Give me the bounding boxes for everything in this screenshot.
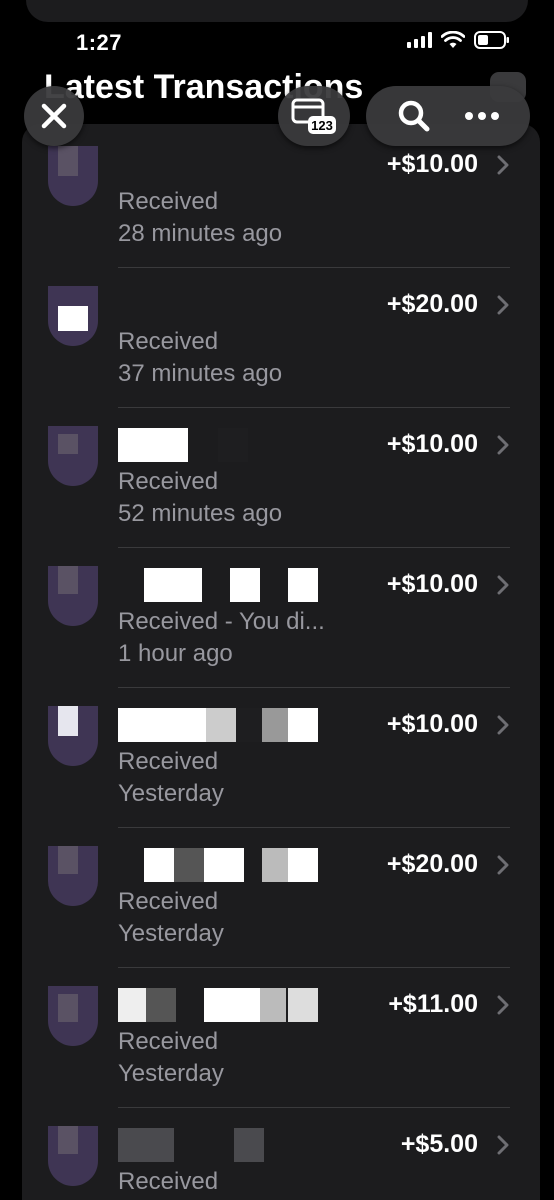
transaction-amount: +$11.00 xyxy=(388,990,478,1018)
chevron-right-icon xyxy=(497,575,509,595)
name-redaction-block xyxy=(144,848,174,882)
close-button[interactable] xyxy=(24,86,84,146)
name-redaction-block xyxy=(118,428,188,462)
name-redaction-block xyxy=(236,708,262,742)
name-redaction-block xyxy=(174,848,204,882)
name-redaction-block xyxy=(146,988,176,1022)
name-redaction-block xyxy=(204,848,244,882)
name-redaction-block xyxy=(118,708,206,742)
transaction-time: Yesterday xyxy=(118,1060,224,1087)
name-redaction-block xyxy=(204,988,260,1022)
avatar xyxy=(48,566,98,626)
name-redaction-block xyxy=(288,988,318,1022)
search-button[interactable] xyxy=(388,90,440,142)
transaction-row[interactable]: +$10.00 Received - You di... 1 hour ago xyxy=(22,548,540,688)
transaction-row[interactable]: +$10.00 Received 52 minutes ago xyxy=(22,408,540,548)
transaction-amount: +$20.00 xyxy=(386,290,478,318)
name-redaction-block xyxy=(118,1128,174,1162)
wifi-icon xyxy=(441,31,465,49)
transaction-amount: +$20.00 xyxy=(386,850,478,878)
name-redaction-block xyxy=(230,568,260,602)
transaction-status: Received xyxy=(118,188,219,215)
name-redaction-block xyxy=(288,568,318,602)
ellipsis-icon xyxy=(465,112,499,120)
transaction-status: Received xyxy=(118,1168,219,1195)
cellular-signal-icon xyxy=(407,32,432,48)
chevron-right-icon xyxy=(497,435,509,455)
transaction-status: Received xyxy=(118,328,219,355)
transaction-time: 28 minutes ago xyxy=(118,220,283,247)
transaction-status: Received xyxy=(118,748,219,775)
screen-edge xyxy=(0,150,6,1200)
transaction-time: Yesterday xyxy=(118,920,224,947)
status-icons xyxy=(407,31,510,49)
name-redaction-block xyxy=(262,848,288,882)
chevron-right-icon xyxy=(497,155,509,175)
transaction-row[interactable]: +$10.00 Received Yesterday xyxy=(22,688,540,828)
transaction-status: Received - You di... xyxy=(118,608,325,635)
transaction-amount: +$10.00 xyxy=(386,710,478,738)
avatar-redaction xyxy=(58,434,78,454)
chevron-right-icon xyxy=(497,1135,509,1155)
action-pill xyxy=(366,86,530,146)
name-redaction-block xyxy=(262,708,288,742)
transaction-status: Received xyxy=(118,1028,219,1055)
card-number-button[interactable]: 123 xyxy=(278,86,350,146)
name-redaction-block xyxy=(218,428,248,462)
avatar xyxy=(48,426,98,486)
card-123-icon: 123 xyxy=(291,98,336,134)
transaction-row[interactable]: +$20.00 Received 37 minutes ago xyxy=(22,268,540,408)
status-bar: 1:27 xyxy=(0,0,554,70)
transaction-status: Received xyxy=(118,468,219,495)
chevron-right-icon xyxy=(497,995,509,1015)
avatar xyxy=(48,146,98,206)
transaction-time: 1 hour ago xyxy=(118,640,233,667)
avatar-redaction xyxy=(58,566,78,594)
avatar xyxy=(48,286,98,346)
avatar-redaction xyxy=(58,306,88,331)
status-time: 1:27 xyxy=(76,30,123,55)
chevron-right-icon xyxy=(497,855,509,875)
search-icon xyxy=(398,100,430,132)
transaction-time: 37 minutes ago xyxy=(118,360,283,387)
transaction-amount: +$10.00 xyxy=(386,430,478,458)
avatar-redaction xyxy=(58,994,78,1022)
avatar xyxy=(48,706,98,766)
transaction-list: +$10.00 Received 28 minutes ago +$20.00 Rece… xyxy=(22,128,540,1200)
chevron-right-icon xyxy=(497,295,509,315)
name-redaction-block xyxy=(144,568,202,602)
name-redaction-block xyxy=(288,708,318,742)
name-redaction-block xyxy=(260,988,286,1022)
transaction-row[interactable]: +$10.00 Received 28 minutes ago xyxy=(22,128,540,268)
battery-icon xyxy=(474,31,510,49)
transaction-row[interactable]: +$11.00 Received Yesterday xyxy=(22,968,540,1108)
transaction-amount: +$5.00 xyxy=(400,1130,478,1158)
svg-text:123: 123 xyxy=(311,118,333,133)
transaction-time: Yesterday xyxy=(118,780,224,807)
name-redaction-block xyxy=(234,1128,264,1162)
chevron-right-icon xyxy=(497,715,509,735)
avatar xyxy=(48,846,98,906)
avatar-redaction xyxy=(58,146,78,176)
avatar-redaction xyxy=(58,846,78,874)
transaction-status: Received xyxy=(118,888,219,915)
transaction-time: 52 minutes ago xyxy=(118,500,283,527)
name-redaction-block xyxy=(288,848,318,882)
avatar-redaction xyxy=(58,706,78,736)
transaction-amount: +$10.00 xyxy=(386,570,478,598)
more-button[interactable] xyxy=(456,90,508,142)
close-icon xyxy=(41,103,67,129)
transaction-row[interactable]: +$5.00 Received xyxy=(22,1108,540,1200)
transaction-row[interactable]: +$20.00 Received Yesterday xyxy=(22,828,540,968)
avatar-redaction xyxy=(58,1126,78,1154)
name-redaction-block xyxy=(118,988,146,1022)
transaction-amount: +$10.00 xyxy=(386,150,478,178)
name-redaction-block xyxy=(206,708,236,742)
avatar xyxy=(48,986,98,1046)
avatar xyxy=(48,1126,98,1186)
